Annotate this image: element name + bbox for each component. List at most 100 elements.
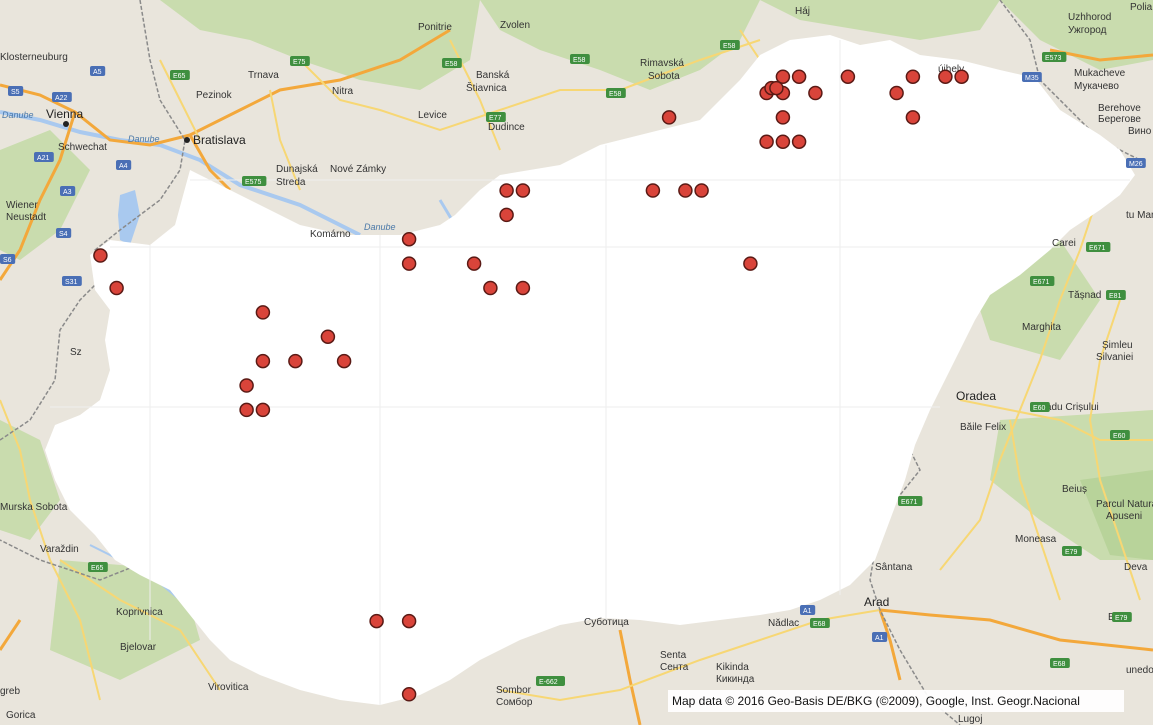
map-marker[interactable] — [808, 85, 823, 101]
map-marker[interactable] — [775, 110, 791, 125]
place-label: Marghita — [1022, 322, 1061, 333]
map-marker[interactable] — [769, 80, 784, 96]
place-label: Dudince — [488, 122, 525, 133]
place-label: Nové Zámky — [330, 164, 386, 175]
road-shield: E575 — [242, 176, 267, 186]
map-marker[interactable] — [499, 183, 514, 198]
svg-text:E-662: E-662 — [539, 679, 558, 686]
road-shield: E573 — [1042, 52, 1067, 62]
road-shield: A22 — [52, 92, 72, 102]
place-label: Sântana — [875, 562, 913, 573]
map-marker[interactable] — [759, 134, 774, 149]
map-marker[interactable] — [255, 305, 271, 320]
map-marker[interactable] — [288, 353, 303, 369]
map-marker[interactable] — [889, 85, 904, 101]
place-label: Rimavská — [640, 58, 684, 69]
place-label: Uzhhorod — [1068, 12, 1111, 23]
place-label: Gorica — [6, 710, 36, 721]
map-marker[interactable] — [791, 69, 807, 84]
road-shield: S4 — [56, 228, 72, 238]
place-label: Senta — [660, 650, 687, 661]
map-marker[interactable] — [466, 256, 482, 271]
map-marker[interactable] — [499, 207, 514, 223]
map-marker[interactable] — [515, 183, 531, 198]
map-marker[interactable] — [401, 613, 417, 629]
road-shield: E671 — [898, 496, 923, 506]
road-shield: S31 — [62, 276, 82, 286]
place-label: Apuseni — [1106, 511, 1142, 522]
map-marker[interactable] — [483, 280, 498, 296]
map-marker[interactable] — [336, 353, 352, 369]
capital-icon — [63, 121, 69, 127]
road-shield: E79 — [1112, 612, 1132, 622]
svg-text:A4: A4 — [119, 163, 128, 170]
map-marker[interactable] — [954, 69, 969, 84]
map-marker[interactable] — [239, 402, 254, 418]
place-label: Сента — [660, 662, 689, 673]
place-label: Vienna — [46, 107, 83, 121]
place-label: Levice — [418, 110, 447, 121]
svg-text:E671: E671 — [1033, 279, 1049, 286]
place-label: Dunajská — [276, 164, 318, 175]
road-shield: E60 — [1030, 402, 1050, 412]
map-marker[interactable] — [515, 280, 531, 296]
water-label: Danube — [128, 134, 160, 144]
place-label: Sz — [70, 347, 82, 358]
map-marker[interactable] — [840, 69, 856, 84]
map-canvas[interactable]: Danube Danube Danube Vienna Bratislava U… — [0, 0, 1153, 725]
place-label: Arad — [864, 595, 889, 609]
road-shield: A3 — [60, 186, 76, 196]
map-marker[interactable] — [661, 110, 677, 125]
map-marker[interactable] — [905, 69, 921, 84]
map-marker[interactable] — [401, 256, 417, 271]
map-marker[interactable] — [239, 378, 254, 393]
place-label: Bjelovar — [120, 642, 157, 653]
map-marker[interactable] — [369, 613, 384, 629]
map-marker[interactable] — [775, 134, 791, 149]
place-label: Ponitrie — [418, 22, 452, 33]
map-marker[interactable] — [109, 280, 124, 296]
map-marker[interactable] — [743, 256, 758, 271]
road-shield: E671 — [1030, 276, 1055, 286]
map-marker[interactable] — [255, 402, 271, 418]
road-shield: A4 — [116, 160, 132, 170]
map-marker[interactable] — [401, 231, 417, 247]
svg-text:E58: E58 — [573, 57, 586, 64]
svg-text:S4: S4 — [59, 231, 68, 238]
place-label: Silvaniei — [1096, 352, 1133, 363]
place-label: Oradea — [956, 389, 996, 403]
place-label: Bratislava — [193, 133, 246, 147]
svg-text:E671: E671 — [901, 499, 917, 506]
road-shield: E58 — [442, 58, 462, 68]
place-label: greb — [0, 686, 20, 697]
place-label: Ужгород — [1068, 25, 1107, 36]
road-shield: A21 — [34, 152, 54, 162]
map-marker[interactable] — [678, 183, 693, 198]
map-marker[interactable] — [93, 248, 108, 263]
place-label: Nădlac — [768, 618, 799, 629]
map-marker[interactable] — [694, 183, 709, 198]
map-marker[interactable] — [645, 183, 661, 198]
road-shield: S6 — [0, 254, 16, 264]
place-label: Суботица — [584, 616, 629, 628]
road-shield: E58 — [570, 54, 590, 64]
map-marker[interactable] — [401, 687, 417, 702]
map-marker[interactable] — [905, 110, 921, 125]
road-shield: E68 — [1050, 658, 1070, 668]
map-marker[interactable] — [791, 134, 807, 149]
svg-text:E79: E79 — [1065, 549, 1078, 556]
place-label: Neustadt — [6, 212, 46, 223]
map-marker[interactable] — [320, 329, 336, 344]
svg-text:M35: M35 — [1025, 75, 1039, 82]
map-marker[interactable] — [255, 353, 271, 369]
water-label: Danube — [2, 110, 34, 120]
svg-text:E58: E58 — [609, 91, 622, 98]
place-label: Berehove — [1098, 103, 1141, 114]
road-shield: M26 — [1126, 158, 1146, 168]
place-label: Mukacheve — [1074, 68, 1126, 79]
place-label: Murska Sobota — [0, 502, 68, 513]
place-label: Carei — [1052, 238, 1076, 249]
place-label: Кикинда — [716, 674, 755, 685]
place-label: Streda — [276, 177, 306, 188]
map-marker[interactable] — [938, 69, 953, 84]
